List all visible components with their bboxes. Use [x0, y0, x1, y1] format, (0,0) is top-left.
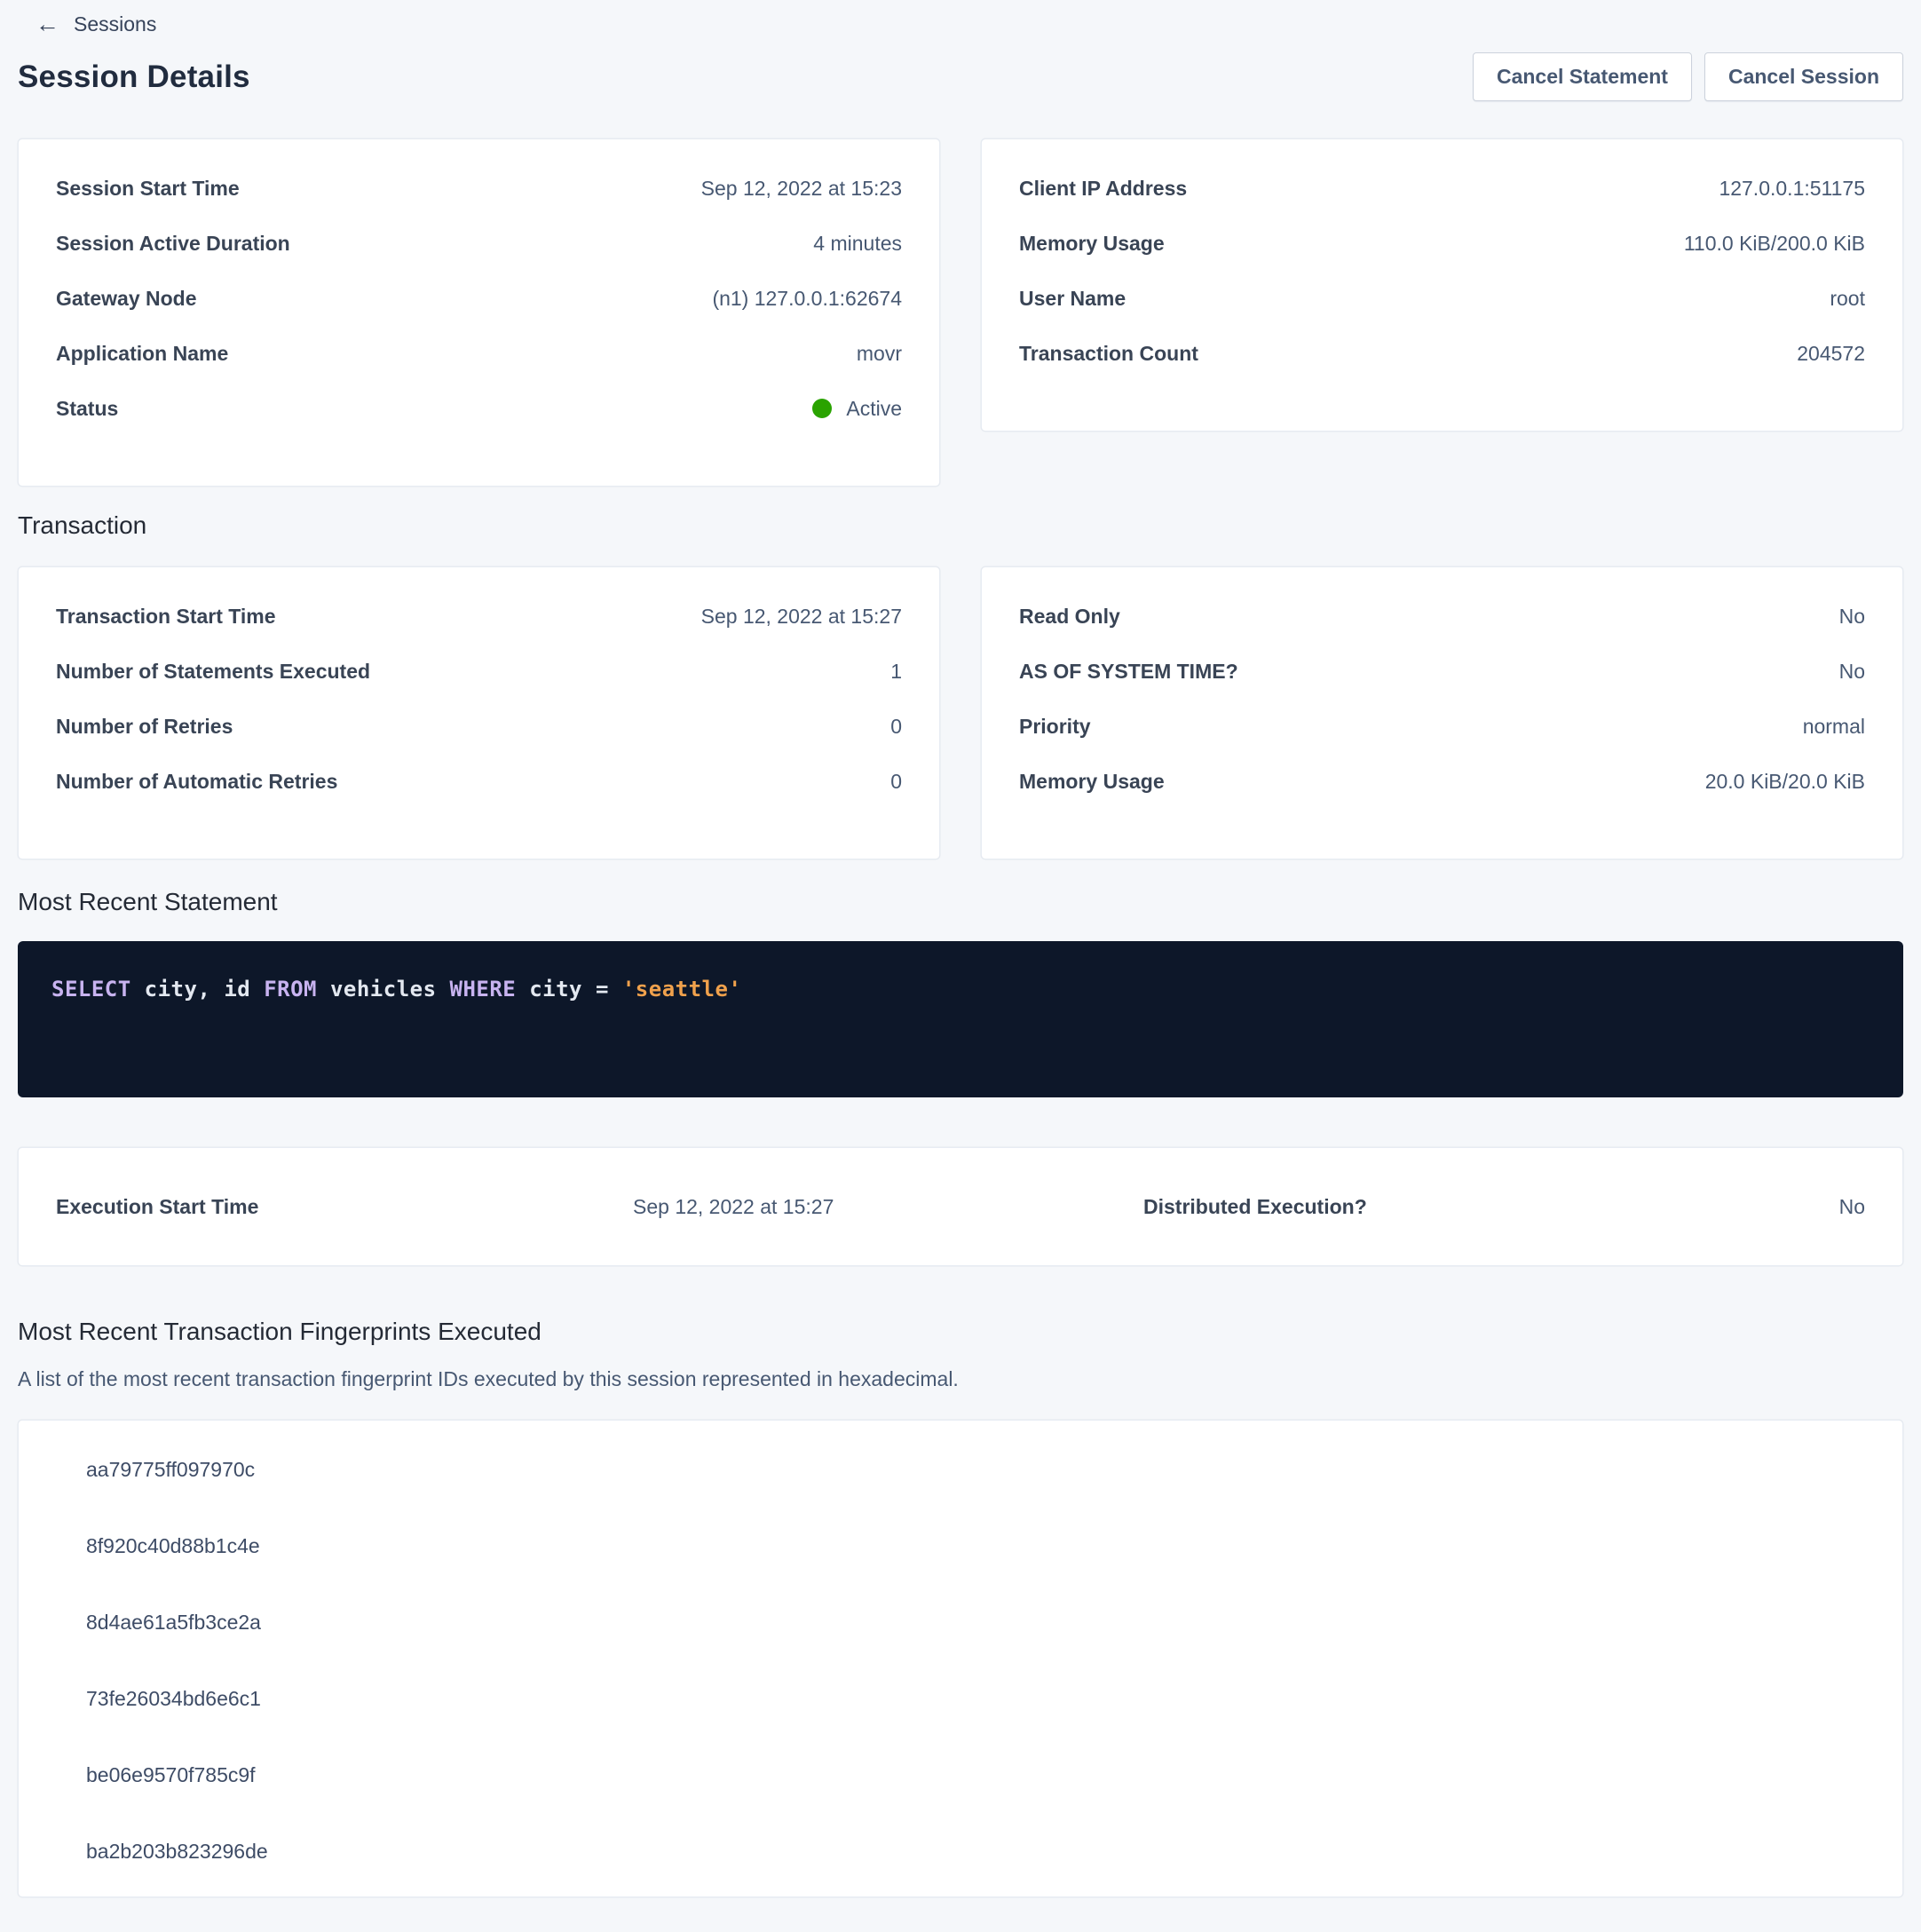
sql-keyword: WHERE	[450, 977, 517, 1002]
fingerprint-item: 73fe26034bd6e6c1	[86, 1660, 1902, 1737]
back-link-label: Sessions	[74, 12, 156, 36]
session-summary-row: Session Start Time Sep 12, 2022 at 15:23…	[18, 139, 1903, 487]
status-indicator: Active	[812, 397, 902, 421]
sql-text: vehicles	[317, 977, 450, 1002]
kv-row-automatic-retries: Number of Automatic Retries 0	[56, 754, 902, 809]
kv-value: 0	[890, 770, 902, 794]
topbar: ← Sessions	[0, 0, 1921, 36]
page-title: Session Details	[18, 59, 250, 95]
kv-row-number-of-retries: Number of Retries 0	[56, 699, 902, 754]
kv-value: 127.0.0.1:51175	[1719, 177, 1865, 201]
back-to-sessions-link[interactable]: ← Sessions	[36, 12, 156, 36]
kv-row-application-name: Application Name movr	[56, 326, 902, 381]
kv-row-client-ip-address: Client IP Address 127.0.0.1:51175	[1019, 161, 1865, 216]
kv-label: Memory Usage	[1019, 232, 1165, 256]
kv-row-transaction-start-time: Transaction Start Time Sep 12, 2022 at 1…	[56, 589, 902, 644]
kv-row-read-only: Read Only No	[1019, 589, 1865, 644]
kv-value: 0	[890, 715, 902, 739]
kv-value: No	[1839, 605, 1865, 629]
status-value: Active	[846, 397, 902, 421]
sql-keyword: FROM	[264, 977, 317, 1002]
kv-label: Number of Statements Executed	[56, 660, 370, 684]
fingerprints-card: aa79775ff097970c 8f920c40d88b1c4e 8d4ae6…	[18, 1420, 1903, 1897]
status-active-dot-icon	[812, 399, 832, 418]
section-heading-transaction: Transaction	[18, 511, 1903, 540]
kv-value: 4 minutes	[813, 232, 902, 256]
kv-row-memory-usage: Memory Usage 110.0 KiB/200.0 KiB	[1019, 216, 1865, 271]
kv-value: 110.0 KiB/200.0 KiB	[1684, 232, 1865, 256]
back-arrow-icon: ←	[36, 12, 59, 36]
kv-value: normal	[1803, 715, 1865, 739]
kv-label: Client IP Address	[1019, 177, 1187, 201]
section-heading-most-recent-statement: Most Recent Statement	[18, 888, 1903, 916]
kv-label: Session Start Time	[56, 177, 240, 201]
kv-label: Number of Retries	[56, 715, 233, 739]
kv-label: Gateway Node	[56, 287, 197, 311]
fingerprint-item: 8f920c40d88b1c4e	[86, 1508, 1902, 1584]
kv-value: Sep 12, 2022 at 15:27	[701, 605, 902, 629]
kv-label: Memory Usage	[1019, 770, 1165, 794]
fingerprints-description: A list of the most recent transaction fi…	[18, 1367, 1903, 1391]
kv-value: No	[1839, 660, 1865, 684]
kv-row-priority: Priority normal	[1019, 699, 1865, 754]
kv-label: Read Only	[1019, 605, 1120, 629]
fingerprint-item: aa79775ff097970c	[86, 1431, 1902, 1508]
kv-value: movr	[857, 342, 902, 366]
execution-start-time-label: Execution Start Time	[56, 1195, 633, 1219]
kv-value: Sep 12, 2022 at 15:23	[701, 177, 902, 201]
kv-row-session-active-duration: Session Active Duration 4 minutes	[56, 216, 902, 271]
sql-text: city, id	[131, 977, 265, 1002]
page-header: Session Details Cancel Statement Cancel …	[0, 36, 1921, 101]
kv-label: Transaction Start Time	[56, 605, 276, 629]
kv-row-transaction-count: Transaction Count 204572	[1019, 326, 1865, 381]
kv-value: root	[1830, 287, 1865, 311]
kv-row-tx-memory-usage: Memory Usage 20.0 KiB/20.0 KiB	[1019, 754, 1865, 809]
kv-row-gateway-node: Gateway Node (n1) 127.0.0.1:62674	[56, 271, 902, 326]
kv-row-session-start-time: Session Start Time Sep 12, 2022 at 15:23	[56, 161, 902, 216]
kv-label: Priority	[1019, 715, 1091, 739]
cancel-session-button[interactable]: Cancel Session	[1704, 52, 1903, 101]
sql-string-literal: 'seattle'	[622, 977, 742, 1002]
execution-start-time-value: Sep 12, 2022 at 15:27	[633, 1195, 1143, 1219]
kv-label: AS OF SYSTEM TIME?	[1019, 660, 1238, 684]
kv-label: Number of Automatic Retries	[56, 770, 337, 794]
sql-statement: SELECT city, id FROM vehicles WHERE city…	[51, 977, 1870, 1002]
fingerprints-heading: Most Recent Transaction Fingerprints Exe…	[18, 1318, 1903, 1346]
session-left-card: Session Start Time Sep 12, 2022 at 15:23…	[18, 139, 940, 487]
sql-text: city =	[516, 977, 622, 1002]
sql-keyword: SELECT	[51, 977, 131, 1002]
kv-label: Session Active Duration	[56, 232, 290, 256]
distributed-execution-value: No	[1694, 1195, 1865, 1219]
session-right-card: Client IP Address 127.0.0.1:51175 Memory…	[981, 139, 1903, 432]
distributed-execution-label: Distributed Execution?	[1143, 1195, 1694, 1219]
fingerprint-item: be06e9570f785c9f	[86, 1737, 1902, 1813]
kv-label: User Name	[1019, 287, 1126, 311]
fingerprint-item: 8d4ae61a5fb3ce2a	[86, 1584, 1902, 1660]
kv-value: 1	[890, 660, 902, 684]
sql-statement-block: SELECT city, id FROM vehicles WHERE city…	[18, 941, 1903, 1097]
cancel-statement-button[interactable]: Cancel Statement	[1473, 52, 1692, 101]
kv-value: 204572	[1797, 342, 1865, 366]
transaction-row: Transaction Start Time Sep 12, 2022 at 1…	[18, 566, 1903, 859]
kv-row-status: Status Active	[56, 381, 902, 436]
gateway-node-link[interactable]: (n1) 127.0.0.1:62674	[712, 287, 902, 311]
kv-row-user-name: User Name root	[1019, 271, 1865, 326]
header-actions: Cancel Statement Cancel Session	[1473, 52, 1903, 101]
transaction-left-card: Transaction Start Time Sep 12, 2022 at 1…	[18, 566, 940, 859]
kv-value: 20.0 KiB/20.0 KiB	[1705, 770, 1865, 794]
kv-label: Application Name	[56, 342, 228, 366]
kv-label: Status	[56, 397, 118, 421]
kv-row-statements-executed: Number of Statements Executed 1	[56, 644, 902, 699]
transaction-right-card: Read Only No AS OF SYSTEM TIME? No Prior…	[981, 566, 1903, 859]
fingerprint-item: ba2b203b823296de	[86, 1813, 1902, 1889]
kv-label: Transaction Count	[1019, 342, 1198, 366]
kv-row-as-of-system-time: AS OF SYSTEM TIME? No	[1019, 644, 1865, 699]
execution-summary-card: Execution Start Time Sep 12, 2022 at 15:…	[18, 1147, 1903, 1266]
